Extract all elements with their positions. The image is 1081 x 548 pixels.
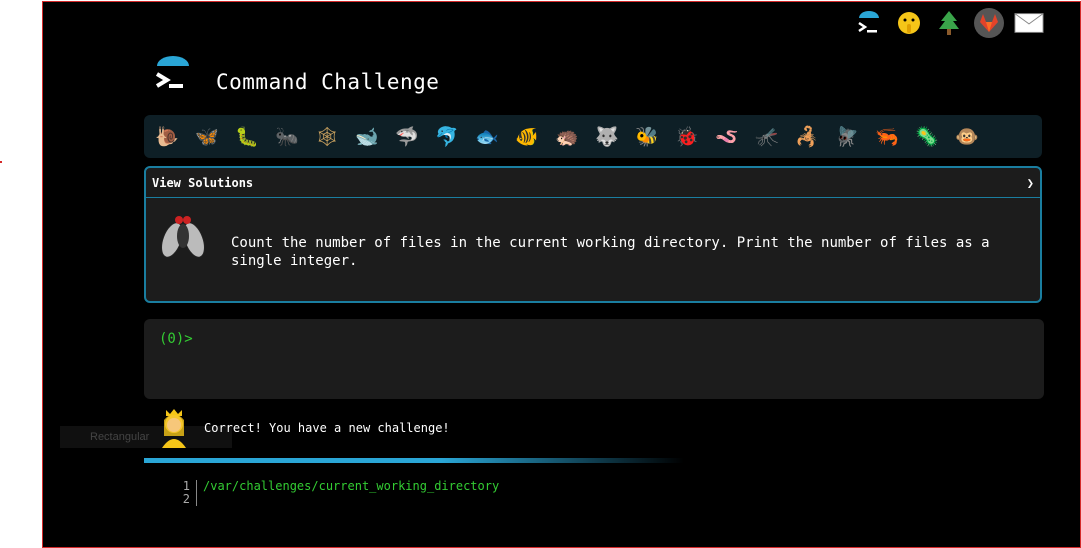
mail-icon[interactable] <box>1014 8 1044 38</box>
app-frame: Command Challenge 🐌 🦋 🐛 🐜 🕸 🐋 🦈 🐬 🐟 🐠 🦔 🐺 🐝 🐞 🪱 🦟 🦂 🪰 🦐 🦠 🐵 … <box>42 1 1081 548</box>
bee-icon[interactable]: 🐝 <box>630 125 664 148</box>
shark-icon[interactable]: 🦈 <box>390 125 424 148</box>
line-text <box>197 493 203 506</box>
margin-marker <box>0 161 2 163</box>
page-title: Command Challenge <box>216 70 440 94</box>
tree-icon[interactable] <box>934 8 964 38</box>
gitlab-icon[interactable] <box>974 8 1004 38</box>
code-line: 1/var/challenges/current_working_directo… <box>180 480 499 493</box>
terminal-input[interactable]: (0)> <box>144 319 1044 399</box>
fly-icon[interactable]: 🪰 <box>830 125 864 148</box>
mosquito-icon[interactable]: 🦟 <box>750 125 784 148</box>
ladybug-icon[interactable]: 🐞 <box>670 125 704 148</box>
caterpillar-icon[interactable]: 🐛 <box>230 125 264 148</box>
code-view: 1/var/challenges/current_working_directo… <box>180 480 499 506</box>
shush-face-icon[interactable] <box>894 8 924 38</box>
snail-icon[interactable]: 🐌 <box>150 125 184 148</box>
feedback-message: Correct! You have a new challenge! <box>204 421 450 435</box>
shrimp-icon[interactable]: 🦐 <box>870 125 904 148</box>
hedgehog-icon[interactable]: 🦔 <box>550 125 584 148</box>
challenge-description: Count the number of files in the current… <box>231 235 990 269</box>
monkey-icon[interactable]: 🐵 <box>950 125 984 148</box>
microbe-icon[interactable]: 🦠 <box>910 125 944 148</box>
fly-icon <box>161 216 205 258</box>
line-number: 2 <box>180 493 197 506</box>
top-nav <box>854 8 1044 38</box>
princess-icon <box>162 409 186 448</box>
ant-icon[interactable]: 🐜 <box>270 125 304 148</box>
challenge-body: Count the number of files in the current… <box>146 198 1040 304</box>
terminal-icon[interactable] <box>854 8 884 38</box>
view-solutions-label: View Solutions <box>152 175 254 190</box>
chevron-right-icon: ❯ <box>1026 175 1034 190</box>
challenge-animal-bar: 🐌 🦋 🐛 🐜 🕸 🐋 🦈 🐬 🐟 🐠 🦔 🐺 🐝 🐞 🪱 🦟 🦂 🪰 🦐 🦠 🐵 <box>144 115 1042 158</box>
challenge-panel: View Solutions ❯ Count the number of fil… <box>144 166 1042 303</box>
progress-divider <box>144 458 684 463</box>
scorpion-icon[interactable]: 🦂 <box>790 125 824 148</box>
fish-icon[interactable]: 🐟 <box>470 125 504 148</box>
spider-web-icon[interactable]: 🕸 <box>310 125 344 148</box>
dolphin-icon[interactable]: 🐬 <box>430 125 464 148</box>
whale-icon[interactable]: 🐋 <box>350 125 384 148</box>
worm-icon[interactable]: 🪱 <box>710 125 744 148</box>
code-line: 2 <box>180 493 499 506</box>
tropical-fish-icon[interactable]: 🐠 <box>510 125 544 148</box>
view-solutions-toggle[interactable]: View Solutions ❯ <box>146 168 1040 198</box>
butterfly-icon[interactable]: 🦋 <box>190 125 224 148</box>
wolf-icon[interactable]: 🐺 <box>590 125 624 148</box>
line-text: /var/challenges/current_working_director… <box>203 479 500 493</box>
terminal-prompt: (0)> <box>159 331 193 347</box>
terminal-logo-icon <box>155 56 189 88</box>
